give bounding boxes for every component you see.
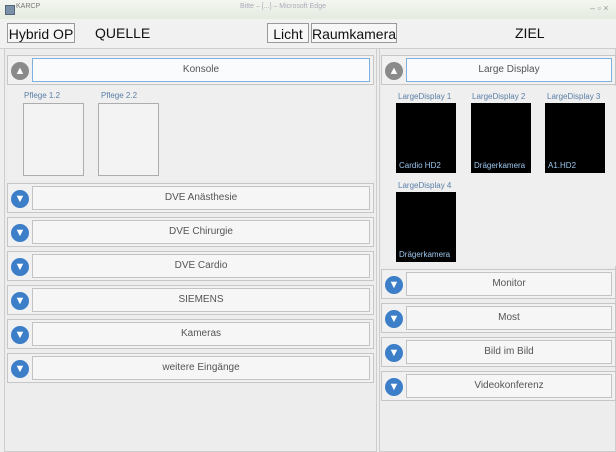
- display-name-label: LargeDisplay 3: [547, 92, 601, 101]
- target-section-bild-im-bild[interactable]: ▼ Bild im Bild: [381, 337, 616, 367]
- source-section-label[interactable]: weitere Eingänge: [32, 356, 370, 380]
- source-section-label[interactable]: SIEMENS: [32, 288, 370, 312]
- app-name: KARCP: [16, 3, 41, 10]
- source-section-label[interactable]: DVE Anästhesie: [32, 186, 370, 210]
- chevron-down-icon[interactable]: ▼: [11, 292, 29, 310]
- hybrid-op-button[interactable]: Hybrid OP: [7, 23, 75, 43]
- chevron-down-icon[interactable]: ▼: [11, 326, 29, 344]
- target-section-label[interactable]: Monitor: [406, 272, 612, 296]
- large-display-grid: LargeDisplay 1 Cardio HD2 LargeDisplay 2…: [382, 86, 616, 266]
- chevron-down-icon[interactable]: ▼: [385, 378, 403, 396]
- chevron-up-icon[interactable]: ▲: [11, 62, 29, 80]
- source-section-label[interactable]: DVE Cardio: [32, 254, 370, 278]
- window-titlebar: KARCP Bitte – [...] – Microsoft Edge – ▫…: [0, 0, 616, 20]
- display-source-label: A1.HD2: [548, 161, 577, 170]
- app-icon: [5, 5, 15, 15]
- source-section-siemens[interactable]: ▼ SIEMENS: [7, 285, 374, 315]
- chevron-down-icon[interactable]: ▼: [11, 190, 29, 208]
- display-name-label: LargeDisplay 4: [398, 181, 452, 190]
- device-label: Pflege 2.2: [101, 91, 138, 100]
- target-section-large-display[interactable]: ▲ Large Display: [381, 55, 616, 85]
- device-slot-pflege-2-2[interactable]: [98, 103, 159, 176]
- large-display-1[interactable]: Cardio HD2: [396, 103, 456, 173]
- konsole-devices: Pflege 1.2 Pflege 2.2: [8, 86, 374, 180]
- target-section-most[interactable]: ▼ Most: [381, 303, 616, 333]
- chevron-down-icon[interactable]: ▼: [385, 276, 403, 294]
- display-source-label: Drägerkamera: [399, 250, 451, 259]
- chevron-down-icon[interactable]: ▼: [11, 224, 29, 242]
- display-source-label: Drägerkamera: [474, 161, 526, 170]
- source-section-konsole[interactable]: ▲ Konsole: [7, 55, 374, 85]
- target-section-label[interactable]: Most: [406, 306, 612, 330]
- source-section-weitere-eingaenge[interactable]: ▼ weitere Eingänge: [7, 353, 374, 383]
- display-name-label: LargeDisplay 2: [472, 92, 526, 101]
- chevron-up-icon[interactable]: ▲: [385, 62, 403, 80]
- source-section-label[interactable]: Konsole: [32, 58, 370, 82]
- chevron-down-icon[interactable]: ▼: [11, 258, 29, 276]
- large-display-3[interactable]: A1.HD2: [545, 103, 605, 173]
- source-section-dve-chirurgie[interactable]: ▼ DVE Chirurgie: [7, 217, 374, 247]
- chevron-down-icon[interactable]: ▼: [11, 360, 29, 378]
- chevron-down-icon[interactable]: ▼: [385, 344, 403, 362]
- light-button[interactable]: Licht: [267, 23, 309, 43]
- window-controls[interactable]: – ▫ ×: [590, 2, 608, 14]
- large-display-4[interactable]: Drägerkamera: [396, 192, 456, 262]
- display-name-label: LargeDisplay 1: [398, 92, 452, 101]
- source-section-label[interactable]: Kameras: [32, 322, 370, 346]
- source-section-kameras[interactable]: ▼ Kameras: [7, 319, 374, 349]
- target-section-label[interactable]: Large Display: [406, 58, 612, 82]
- window-title: Bitte – [...] – Microsoft Edge: [240, 3, 326, 10]
- target-heading: ZIEL: [515, 25, 545, 41]
- target-section-monitor[interactable]: ▼ Monitor: [381, 269, 616, 299]
- device-slot-pflege-1-2[interactable]: [23, 103, 84, 176]
- chevron-down-icon[interactable]: ▼: [385, 310, 403, 328]
- top-bar: Hybrid OP QUELLE Licht Raumkamera ZIEL: [0, 19, 616, 49]
- target-section-label[interactable]: Bild im Bild: [406, 340, 612, 364]
- display-source-label: Cardio HD2: [399, 161, 441, 170]
- target-section-label[interactable]: Videokonferenz: [406, 374, 612, 398]
- source-heading: QUELLE: [95, 25, 151, 41]
- device-label: Pflege 1.2: [24, 91, 61, 100]
- source-section-label[interactable]: DVE Chirurgie: [32, 220, 370, 244]
- room-camera-button[interactable]: Raumkamera: [311, 23, 397, 43]
- source-section-dve-cardio[interactable]: ▼ DVE Cardio: [7, 251, 374, 281]
- target-section-videokonferenz[interactable]: ▼ Videokonferenz: [381, 371, 616, 401]
- source-section-dve-anaesthesie[interactable]: ▼ DVE Anästhesie: [7, 183, 374, 213]
- large-display-2[interactable]: Drägerkamera: [471, 103, 531, 173]
